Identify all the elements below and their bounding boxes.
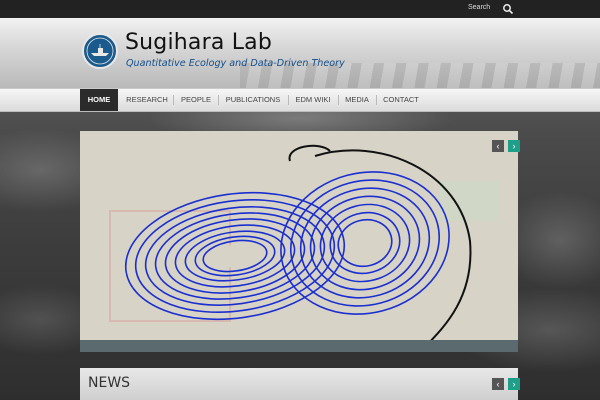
nav-item-contact[interactable]: CONTACT bbox=[380, 89, 422, 111]
chevron-right-icon[interactable]: › bbox=[508, 140, 520, 152]
nav-separator bbox=[288, 95, 289, 105]
nav-item-research[interactable]: RESEARCH bbox=[124, 89, 170, 111]
nav-item-publications[interactable]: PUBLICATIONS bbox=[222, 89, 284, 111]
nav-separator bbox=[376, 95, 377, 105]
nav-item-edm-wiki[interactable]: EDM WIKI bbox=[292, 89, 334, 111]
nav-separator bbox=[173, 95, 174, 105]
main-nav: HOME RESEARCH PEOPLE PUBLICATIONS EDM WI… bbox=[0, 88, 600, 112]
nav-item-home[interactable]: HOME bbox=[80, 89, 118, 111]
nav-separator bbox=[218, 95, 219, 105]
search-label[interactable]: Search bbox=[468, 4, 490, 11]
top-bar: Search bbox=[0, 0, 600, 18]
lorenz-attractor-image bbox=[80, 131, 518, 352]
site-title[interactable]: Sugihara Lab bbox=[125, 30, 272, 55]
lab-logo-icon[interactable] bbox=[82, 33, 118, 69]
news-section bbox=[80, 368, 518, 400]
news-chevron-left-icon[interactable]: ‹ bbox=[492, 378, 504, 390]
news-chevron-right-icon[interactable]: › bbox=[508, 378, 520, 390]
slider-caption-bar bbox=[80, 340, 518, 352]
news-title: NEWS bbox=[88, 375, 131, 391]
site-tagline: Quantitative Ecology and Data-Driven The… bbox=[126, 58, 345, 69]
chevron-left-icon[interactable]: ‹ bbox=[492, 140, 504, 152]
logo-boat-icon bbox=[86, 37, 114, 65]
hero-slider[interactable] bbox=[80, 131, 518, 352]
nav-separator bbox=[338, 95, 339, 105]
nav-item-people[interactable]: PEOPLE bbox=[178, 89, 214, 111]
search-icon[interactable] bbox=[502, 3, 514, 15]
nav-item-media[interactable]: MEDIA bbox=[342, 89, 372, 111]
